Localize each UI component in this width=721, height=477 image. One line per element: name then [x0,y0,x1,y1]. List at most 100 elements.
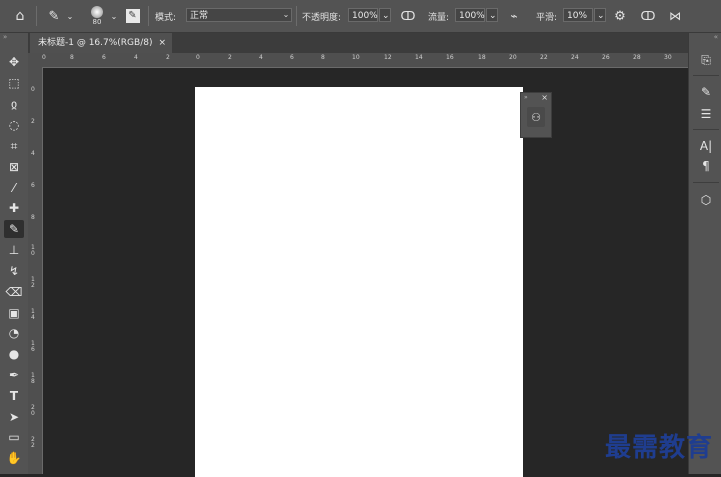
ruler-label: 22 [540,54,548,61]
ruler-label: 6 [290,54,294,61]
floating-panel[interactable]: » × ⚇ [520,92,552,138]
separator [148,6,149,26]
separator [693,129,719,130]
flow-input[interactable]: 100% [455,8,485,22]
ruler-label: 8 [321,54,325,61]
move-tool-icon[interactable]: ✥ [4,53,24,71]
brush-tool-icon[interactable]: ✎ [4,220,24,238]
gear-icon[interactable]: ⚙ [611,6,629,26]
document-tab-title: 未标题-1 @ 16.7%(RGB/8) [38,38,153,48]
collapse-icon[interactable]: « [714,33,718,41]
document-canvas[interactable] [195,87,523,477]
history-panel-icon[interactable]: ⎘ [695,51,717,69]
ruler-label: 4 [31,150,35,157]
brush-panel-icon[interactable]: ✎ [695,83,717,101]
ruler-label: 8 [31,214,35,221]
adjustments-icon[interactable]: ☰ [695,105,717,123]
close-icon[interactable]: × [541,93,548,102]
gradient-tool-icon[interactable]: ▣ [4,304,24,322]
flow-label: 流量: [428,13,450,23]
smoothing-dropdown[interactable]: ⌄ [594,8,606,22]
watermark-logo: 最需教育 [604,433,713,463]
collapse-icon[interactable]: » [3,33,7,41]
eyedropper-tool-icon[interactable]: ⁄ [4,179,24,197]
ruler-label: 24 [571,54,579,61]
history-brush-tool-icon[interactable]: ↯ [4,262,24,280]
ruler-label: 4 [259,54,263,61]
smoothing-label: 平滑: [536,13,558,23]
type-tool-icon[interactable]: T [4,387,24,405]
rectangle-tool-icon[interactable]: ▭ [4,428,24,446]
butterfly-icon[interactable]: ⋈ [665,6,685,26]
chevron-down-icon[interactable]: ⌄ [108,8,120,24]
home-icon[interactable]: ⌂ [10,6,30,26]
ruler-label: 1 2 [31,276,35,289]
chevron-down-icon[interactable]: ⌄ [280,8,292,22]
brush-settings-panel-icon[interactable]: ✎ [124,7,141,24]
flow-dropdown[interactable]: ⌄ [486,8,498,22]
ruler-label: 0 [196,54,200,61]
brush-tool-icon[interactable]: ✎ [44,6,64,26]
ruler-label: 10 [352,54,360,61]
eraser-tool-icon[interactable]: ⌫ [4,283,24,301]
separator [36,6,37,26]
clone-stamp-tool-icon[interactable]: ⊥ [4,241,24,259]
ruler-label: 1 4 [31,308,35,321]
crop-tool-icon[interactable]: ⌗ [4,137,24,155]
opacity-dropdown[interactable]: ⌄ [379,8,391,22]
opacity-label: 不透明度: [302,13,342,23]
ruler-label: 2 [228,54,232,61]
ruler-label: 2 [166,54,170,61]
separator [693,182,719,183]
smoothing-input[interactable]: 10% [563,8,593,22]
pen-tool-icon[interactable]: ✒ [4,366,24,384]
frame-tool-icon[interactable]: ⊠ [4,158,24,176]
color-panel-icon[interactable]: ⚇ [527,107,545,127]
brush-preset-picker[interactable]: 80 [86,2,108,30]
airbrush-icon[interactable]: ⌁ [504,6,524,26]
ruler-label: 18 [478,54,486,61]
healing-brush-tool-icon[interactable]: ✚ [4,199,24,217]
ruler-label: 2 2 [31,436,35,449]
ruler-label: 14 [415,54,423,61]
brush-tip-icon [91,6,103,18]
ruler-label: 1 0 [31,244,35,257]
ruler-label: 6 [31,182,35,189]
pressure-size-icon[interactable]: ↀ [638,6,658,26]
vertical-ruler: 0 2 4 6 8 1 0 1 2 1 4 1 6 1 8 2 0 2 2 [28,67,43,474]
ruler-label: 20 [509,54,517,61]
ruler-label: 8 [70,54,74,61]
ruler-label: 30 [664,54,672,61]
document-tab[interactable]: 未标题-1 @ 16.7%(RGB/8) × [30,33,172,53]
chevron-down-icon[interactable]: ⌄ [64,8,76,24]
ruler-label: 0 [42,54,46,61]
ruler-label: 2 0 [31,404,35,417]
blur-tool-icon[interactable]: ◔ [4,324,24,342]
separator [296,6,297,26]
marquee-tool-icon[interactable]: ⬚ [4,74,24,92]
lasso-tool-icon[interactable]: ჲ [4,95,24,113]
dodge-tool-icon[interactable]: ● [4,345,24,363]
opacity-input[interactable]: 100% [348,8,378,22]
ruler-label: 0 [31,86,35,93]
ruler-label: 1 8 [31,372,35,385]
mode-label: 模式: [155,13,177,23]
expand-icon[interactable]: » [524,94,528,101]
close-icon[interactable]: × [158,33,166,53]
paragraph-panel-icon[interactable]: ¶ [695,157,717,175]
quick-selection-tool-icon[interactable]: ◌ [4,116,24,134]
ruler-label: 6 [102,54,106,61]
path-selection-tool-icon[interactable]: ➤ [4,408,24,426]
mode-select[interactable]: 正常 [186,8,292,22]
character-panel-icon[interactable]: A| [695,137,717,155]
brush-size-value: 80 [92,18,102,26]
options-bar: ⌂ ✎ ⌄ 80 ⌄ ✎ 模式: 正常 ⌄ 不透明度: 100% ⌄ ↀ 流量:… [0,0,721,33]
pressure-opacity-icon[interactable]: ↀ [398,6,418,26]
ruler-label: 4 [134,54,138,61]
ruler-label: 16 [446,54,454,61]
hand-tool-icon[interactable]: ✋ [4,449,24,467]
ruler-label: 28 [633,54,641,61]
tools-panel: » ✥ ⬚ ჲ ◌ ⌗ ⊠ ⁄ ✚ ✎ ⊥ ↯ ⌫ ▣ ◔ ● ✒ T ➤ ▭ … [0,33,29,474]
right-panel-dock: « ⎘ ✎ ☰ A| ¶ ⬡ [688,33,721,474]
3d-panel-icon[interactable]: ⬡ [695,191,717,209]
